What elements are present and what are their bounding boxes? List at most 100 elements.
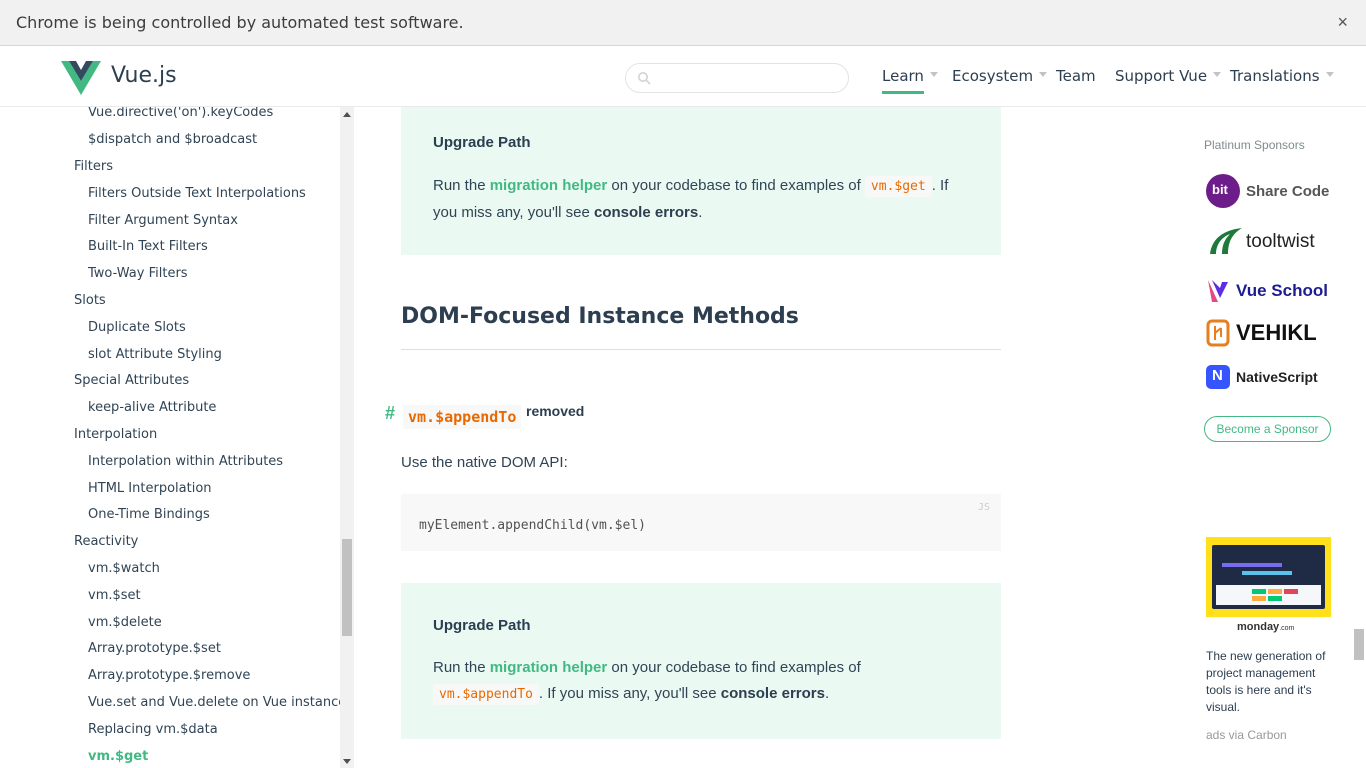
heading-divider xyxy=(401,349,1001,350)
ad-brand[interactable]: monday.com xyxy=(1237,621,1294,633)
vue-logo-icon[interactable] xyxy=(61,61,101,95)
brand-name[interactable]: Vue.js xyxy=(111,63,177,88)
sidebar-item[interactable]: Duplicate Slots xyxy=(88,320,186,335)
sidebar-item[interactable]: vm.$set xyxy=(88,588,141,603)
ad-image[interactable] xyxy=(1206,537,1331,617)
sidebar-item[interactable]: Filter Argument Syntax xyxy=(88,213,238,228)
nav-translations-label: Translations xyxy=(1230,67,1320,85)
sidebar-item[interactable]: vm.$delete xyxy=(88,615,162,630)
nav-learn[interactable]: Learn xyxy=(882,67,938,94)
ad-screenshot xyxy=(1212,545,1325,609)
nativescript-mark-text: N xyxy=(1212,367,1223,384)
tip-text: . xyxy=(698,204,703,221)
sidebar-item-active[interactable]: vm.$get xyxy=(88,749,148,764)
tip-body: Run the migration helper on your codebas… xyxy=(433,173,973,226)
sidebar-section[interactable]: Interpolation xyxy=(74,427,157,442)
nav-team-label: Team xyxy=(1056,67,1096,85)
sidebar-item[interactable]: Interpolation within Attributes xyxy=(88,454,283,469)
migration-helper-link[interactable]: migration helper xyxy=(490,177,608,194)
sidebar-item[interactable]: HTML Interpolation xyxy=(88,481,212,496)
nav-team[interactable]: Team xyxy=(1056,67,1096,85)
sponsor-name: NativeScript xyxy=(1236,369,1318,385)
ads-via-carbon-link[interactable]: ads via Carbon xyxy=(1206,728,1287,742)
tip-body: Run the migration helper on your codebas… xyxy=(433,655,973,708)
sidebar-section[interactable]: Slots xyxy=(74,293,106,308)
sidebar-item[interactable]: Vue.directive('on').keyCodes xyxy=(88,107,273,120)
chevron-down-icon xyxy=(1213,72,1222,77)
become-sponsor-button[interactable]: Become a Sponsor xyxy=(1204,416,1331,442)
tip-text: on your codebase to find examples of xyxy=(611,659,861,676)
sidebar-item[interactable]: Array.prototype.$remove xyxy=(88,668,250,683)
tip-text: . xyxy=(824,685,830,702)
tip-text: Run the xyxy=(433,177,486,194)
sponsor-vehikl[interactable]: VEHIKL xyxy=(1206,319,1317,347)
ad-brand-name: monday xyxy=(1237,621,1280,633)
search-box[interactable] xyxy=(625,63,849,93)
tip-text: Run the xyxy=(433,659,486,676)
sponsor-name: Vue School xyxy=(1236,281,1328,300)
site-header: Vue.js Learn Ecosystem Team Support Vue … xyxy=(0,47,1366,107)
tooltwist-logo-icon xyxy=(1210,228,1242,254)
sponsor-tooltwist[interactable]: tooltwist xyxy=(1206,224,1315,260)
chevron-down-icon xyxy=(1325,72,1334,77)
sidebar-item[interactable]: Two-Way Filters xyxy=(88,266,188,281)
chevron-down-icon xyxy=(1039,72,1048,77)
code-line: myElement.appendChild(vm.$el) xyxy=(419,518,646,533)
sidebar-section[interactable]: Filters xyxy=(74,159,113,174)
ad-brand-suffix: .com xyxy=(1279,625,1295,632)
console-errors-text: console errors xyxy=(594,204,699,221)
vehikl-logo-icon xyxy=(1206,319,1230,347)
upgrade-path-tip: Upgrade Path Run the migration helper on… xyxy=(401,583,1001,739)
sponsor-vue-school[interactable]: Vue School xyxy=(1206,278,1328,304)
nav-support-vue[interactable]: Support Vue xyxy=(1115,67,1222,85)
page-scrollbar[interactable] xyxy=(1352,107,1366,768)
ad-text[interactable]: The new generation of project management… xyxy=(1206,648,1331,716)
method-heading-code: vm.$appendTo xyxy=(403,405,522,429)
sidebar-item[interactable]: Filters Outside Text Interpolations xyxy=(88,186,306,201)
nav-ecosystem[interactable]: Ecosystem xyxy=(952,67,1048,85)
tip-text: on your codebase to find examples of xyxy=(611,177,861,194)
sidebar-nav: Vue.directive('on').keyCodes $dispatch a… xyxy=(0,107,340,768)
sidebar-section[interactable]: Special Attributes xyxy=(74,373,189,388)
sidebar-item[interactable]: Vue.set and Vue.delete on Vue instances xyxy=(88,695,340,710)
page-scrollbar-thumb[interactable] xyxy=(1354,629,1364,660)
sidebar-item[interactable]: One-Time Bindings xyxy=(88,507,210,522)
sponsor-nativescript[interactable]: N NativeScript xyxy=(1206,365,1318,389)
sidebar-scrollbar[interactable] xyxy=(340,107,354,768)
upgrade-path-tip: Upgrade Path Run the migration helper on… xyxy=(401,107,1001,255)
scroll-up-icon[interactable] xyxy=(343,112,351,117)
search-input[interactable] xyxy=(658,68,838,88)
migration-helper-link[interactable]: migration helper xyxy=(490,659,608,676)
sidebar-scrollbar-thumb[interactable] xyxy=(342,539,352,636)
code-block: JS myElement.appendChild(vm.$el) xyxy=(401,494,1001,551)
sidebar-item[interactable]: keep-alive Attribute xyxy=(88,400,216,415)
sponsor-bit[interactable]: bit Share Code xyxy=(1206,174,1329,208)
section-heading: DOM-Focused Instance Methods xyxy=(401,304,799,329)
scroll-down-icon[interactable] xyxy=(343,759,351,764)
chevron-down-icon xyxy=(929,72,938,77)
nav-translations[interactable]: Translations xyxy=(1230,67,1334,85)
automation-infobar: Chrome is being controlled by automated … xyxy=(0,0,1366,46)
paragraph: Use the native DOM API: xyxy=(401,454,568,471)
tip-title: Upgrade Path xyxy=(433,134,531,151)
sidebar-item[interactable]: slot Attribute Styling xyxy=(88,347,222,362)
sidebar-item[interactable]: Built-In Text Filters xyxy=(88,239,208,254)
sidebar-item[interactable]: Array.prototype.$set xyxy=(88,641,221,656)
inline-code: vm.$appendTo xyxy=(433,684,539,705)
vue-school-logo-icon xyxy=(1208,280,1228,302)
anchor-link[interactable]: # xyxy=(385,403,395,424)
sponsors-title: Platinum Sponsors xyxy=(1204,138,1305,152)
bit-mark-text: bit xyxy=(1212,182,1228,197)
sidebar-section[interactable]: Reactivity xyxy=(74,534,138,549)
sidebar-item[interactable]: $dispatch and $broadcast xyxy=(88,132,257,147)
sidebar-item[interactable]: vm.$watch xyxy=(88,561,160,576)
close-icon[interactable]: × xyxy=(1337,12,1348,32)
tip-title: Upgrade Path xyxy=(433,617,531,634)
console-errors-text: console errors xyxy=(720,685,825,702)
code-language: JS xyxy=(977,502,990,513)
tip-text: . If you miss any, you'll see xyxy=(538,685,717,702)
nav-ecosystem-label: Ecosystem xyxy=(952,67,1034,85)
sidebar-item[interactable]: Replacing vm.$data xyxy=(88,722,218,737)
nav-learn-label: Learn xyxy=(882,67,924,85)
search-icon xyxy=(638,72,651,85)
